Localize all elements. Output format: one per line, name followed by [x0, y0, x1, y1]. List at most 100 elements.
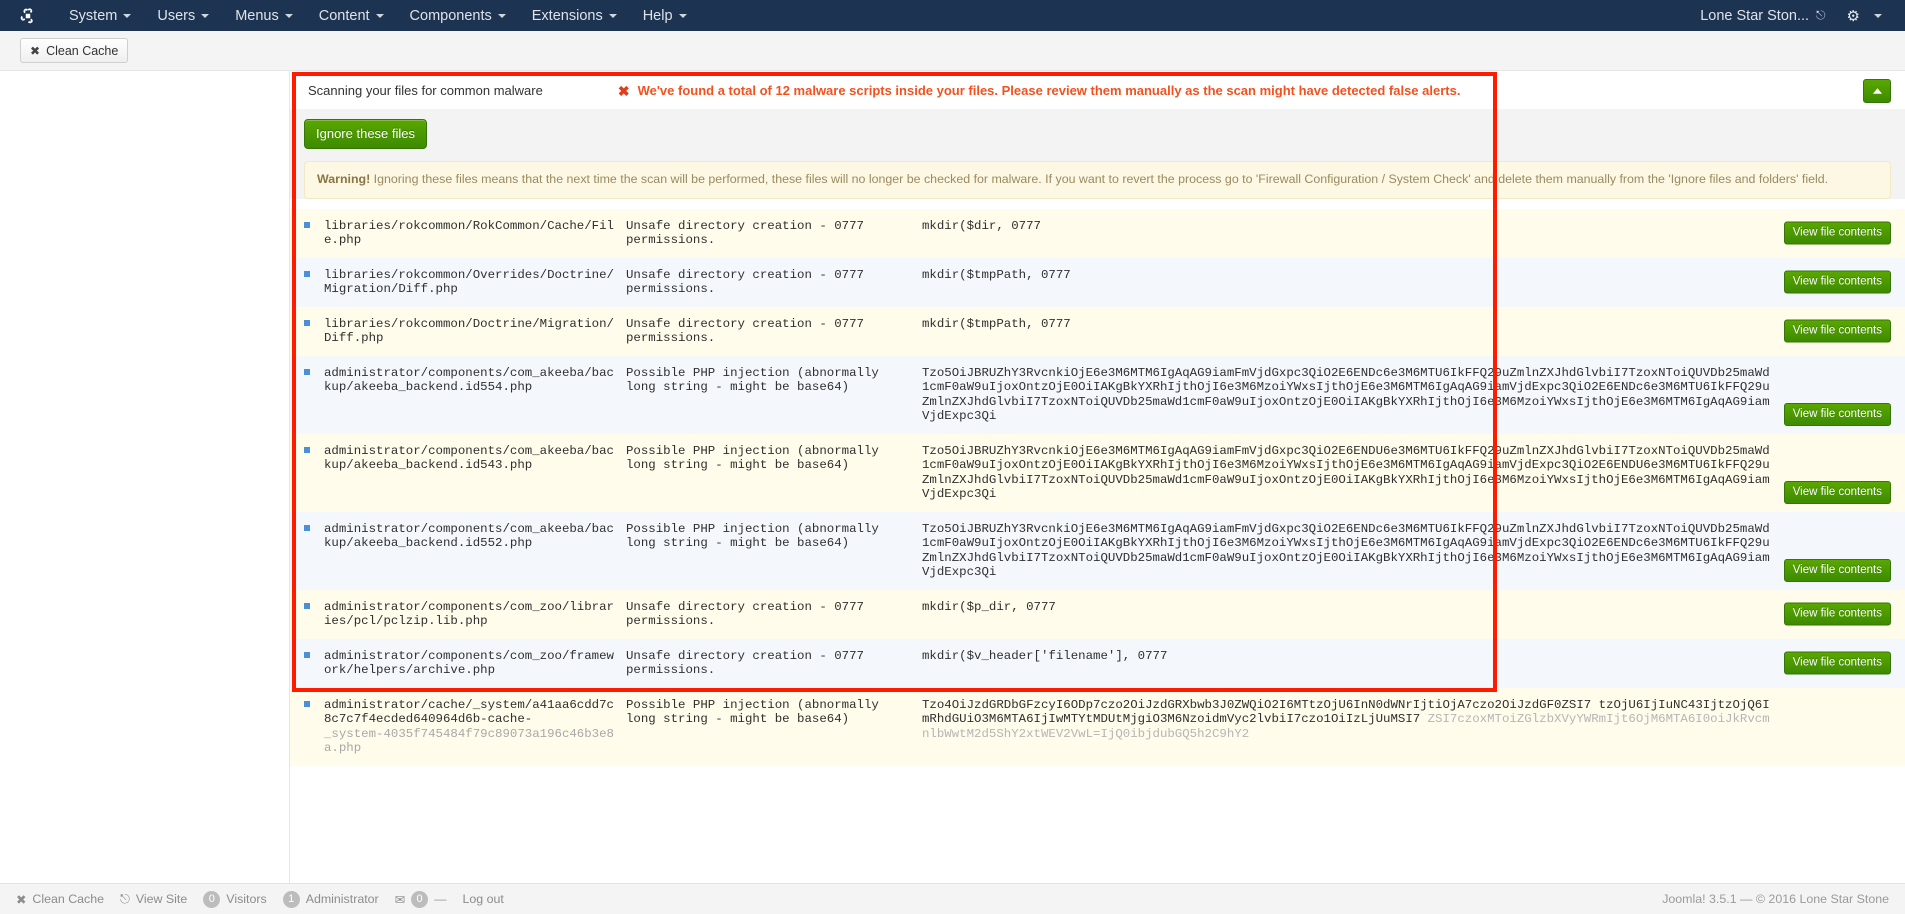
- status-view-site-label: View Site: [135, 892, 188, 906]
- chevron-down-icon: [608, 13, 617, 18]
- table-row[interactable]: administrator/cache/_system/a41aa6cdd7c8…: [290, 687, 1905, 766]
- view-file-contents-button[interactable]: View file contents: [1783, 402, 1891, 426]
- menu-system-label: System: [69, 7, 118, 24]
- status-clean-cache[interactable]: ✖ Clean Cache: [16, 892, 104, 907]
- square-bullet-icon: [304, 270, 310, 277]
- code-line-1: Tzo4OiJzdGRDbGFzcyI6ODp7czo2OiJzdGRXbwb3…: [922, 697, 1592, 712]
- table-row[interactable]: administrator/components/com_akeeba/back…: [290, 355, 1905, 434]
- square-bullet-icon: [304, 319, 310, 326]
- clean-cache-label: Clean Cache: [46, 43, 119, 58]
- square-bullet-icon: [304, 700, 310, 707]
- table-row[interactable]: administrator/components/com_akeeba/back…: [290, 433, 1905, 512]
- threat-reason: Possible PHP injection (abnormally long …: [626, 521, 879, 551]
- sidebar-column: [0, 71, 290, 914]
- view-file-contents-button[interactable]: View file contents: [1783, 221, 1891, 245]
- square-bullet-icon: [304, 221, 310, 228]
- threat-reason: Unsafe directory creation - 0777 permiss…: [626, 648, 864, 678]
- scan-alert-text: We've found a total of 12 malware script…: [637, 83, 1461, 98]
- view-file-contents-button[interactable]: View file contents: [1783, 480, 1891, 504]
- view-file-contents-button[interactable]: View file contents: [1783, 319, 1891, 343]
- scroll-to-top-button[interactable]: [1863, 79, 1891, 103]
- square-bullet-icon: [304, 368, 310, 375]
- status-administrator-label: Administrator: [305, 892, 379, 906]
- file-path: libraries/rokcommon/RokCommon/Cache/File…: [324, 218, 614, 248]
- error-x-icon: ✖: [617, 82, 630, 99]
- row-bullet: [290, 268, 324, 277]
- menu-help[interactable]: Help: [630, 0, 700, 31]
- status-view-site[interactable]: ⎋ View Site: [120, 892, 187, 907]
- file-path: administrator/components/com_akeeba/back…: [324, 443, 614, 473]
- view-file-contents-button[interactable]: View file contents: [1783, 558, 1891, 582]
- file-path-suffix: _system-4035f745484f79c89073a196c46b3e8a…: [324, 726, 614, 756]
- code-snippet: mkdir($tmpPath, 0777: [922, 316, 1071, 331]
- code-snippet: mkdir($tmpPath, 0777: [922, 267, 1071, 282]
- ignore-these-files-button[interactable]: Ignore these files: [304, 119, 428, 149]
- joomla-logo-icon[interactable]: [18, 6, 38, 26]
- menu-help-label: Help: [642, 7, 673, 24]
- file-path: administrator/components/com_zoo/framewo…: [324, 648, 614, 678]
- threat-reason: Possible PHP injection (abnormally long …: [626, 697, 879, 727]
- chevron-down-icon: [497, 13, 506, 18]
- code-snippet: Tzo4OiJzdGRDbGFzcyI6ODp7czo2OiJzdGRXbwb3…: [922, 698, 1905, 742]
- admin-settings-button[interactable]: ⚙: [1838, 7, 1891, 25]
- clean-cache-button[interactable]: ✖ Clean Cache: [20, 38, 129, 63]
- panel-body: Ignore these files Warning! Ignoring the…: [290, 109, 1905, 199]
- table-row[interactable]: administrator/components/com_zoo/framewo…: [290, 638, 1905, 688]
- menu-components[interactable]: Components: [397, 0, 519, 31]
- menu-menus-label: Menus: [235, 7, 279, 24]
- status-messages-badge: 0: [411, 890, 429, 908]
- menu-users[interactable]: Users: [144, 0, 222, 31]
- external-link-icon: ⎋: [120, 891, 130, 906]
- table-row[interactable]: libraries/rokcommon/RokCommon/Cache/File…: [290, 208, 1905, 258]
- status-visitors[interactable]: 0 Visitors: [203, 890, 267, 908]
- page-body: Scanning your files for common malware ✖…: [0, 71, 1905, 914]
- code-snippet: mkdir($dir, 0777: [922, 218, 1041, 233]
- menu-content[interactable]: Content: [306, 0, 397, 31]
- chevron-down-icon: [284, 13, 293, 18]
- row-bullet: [290, 698, 324, 707]
- status-log-out-label: Log out: [462, 892, 504, 906]
- malware-scan-panel: Scanning your files for common malware ✖…: [290, 71, 1905, 766]
- chevron-down-icon: [201, 13, 210, 18]
- menu-system[interactable]: System: [56, 0, 144, 31]
- panel-title: Scanning your files for common malware: [308, 83, 543, 98]
- admin-top-bar: System Users Menus Content Components Ex…: [0, 0, 1905, 31]
- menu-extensions[interactable]: Extensions: [519, 0, 630, 31]
- chevron-down-icon: [1874, 13, 1882, 18]
- status-messages[interactable]: ✉ 0 —: [394, 890, 447, 908]
- table-row[interactable]: administrator/components/com_akeeba/back…: [290, 511, 1905, 590]
- status-log-out[interactable]: Log out: [462, 892, 503, 906]
- external-link-icon: ⎋: [1816, 8, 1826, 22]
- row-bullet: [290, 219, 324, 228]
- ignore-warning-box: Warning! Ignoring these files means that…: [304, 161, 1891, 199]
- view-file-contents-button[interactable]: View file contents: [1783, 651, 1891, 675]
- table-row[interactable]: administrator/components/com_zoo/librari…: [290, 589, 1905, 639]
- view-file-contents-button[interactable]: View file contents: [1783, 270, 1891, 294]
- threat-reason: Unsafe directory creation - 0777 permiss…: [626, 599, 864, 629]
- row-bullet: [290, 522, 324, 531]
- table-row[interactable]: libraries/rokcommon/Doctrine/Migration/D…: [290, 306, 1905, 356]
- site-name-link[interactable]: Lone Star Ston... ⎋: [1690, 8, 1835, 24]
- subhead-toolbar: ✖ Clean Cache: [0, 31, 1905, 71]
- separator-dash: —: [434, 892, 447, 906]
- status-visitors-badge: 0: [203, 890, 221, 908]
- menu-components-label: Components: [409, 7, 492, 24]
- table-row[interactable]: libraries/rokcommon/Overrides/Doctrine/M…: [290, 257, 1905, 307]
- ignore-warning-label: Warning!: [317, 172, 371, 186]
- file-path: libraries/rokcommon/Doctrine/Migration/D…: [324, 316, 614, 346]
- status-clean-cache-label: Clean Cache: [32, 892, 105, 906]
- menu-menus[interactable]: Menus: [222, 0, 306, 31]
- row-bullet: [290, 366, 324, 375]
- gear-icon: ⚙: [1846, 7, 1860, 25]
- panel-header: Scanning your files for common malware ✖…: [290, 71, 1905, 109]
- status-administrator-badge: 1: [282, 890, 300, 908]
- view-file-contents-button[interactable]: View file contents: [1783, 602, 1891, 626]
- status-administrator[interactable]: 1 Administrator: [282, 890, 379, 908]
- file-path: administrator/cache/_system/a41aa6cdd7c8…: [324, 698, 626, 756]
- square-bullet-icon: [304, 651, 310, 658]
- code-snippet: Tzo5OiJBRUZhY3RvcnkiOjE6e3M6MTM6IgAqAG9i…: [922, 365, 1770, 424]
- row-bullet: [290, 317, 324, 326]
- square-bullet-icon: [304, 446, 310, 453]
- threat-reason: Unsafe directory creation - 0777 permiss…: [626, 316, 864, 346]
- envelope-icon: ✉: [394, 892, 406, 907]
